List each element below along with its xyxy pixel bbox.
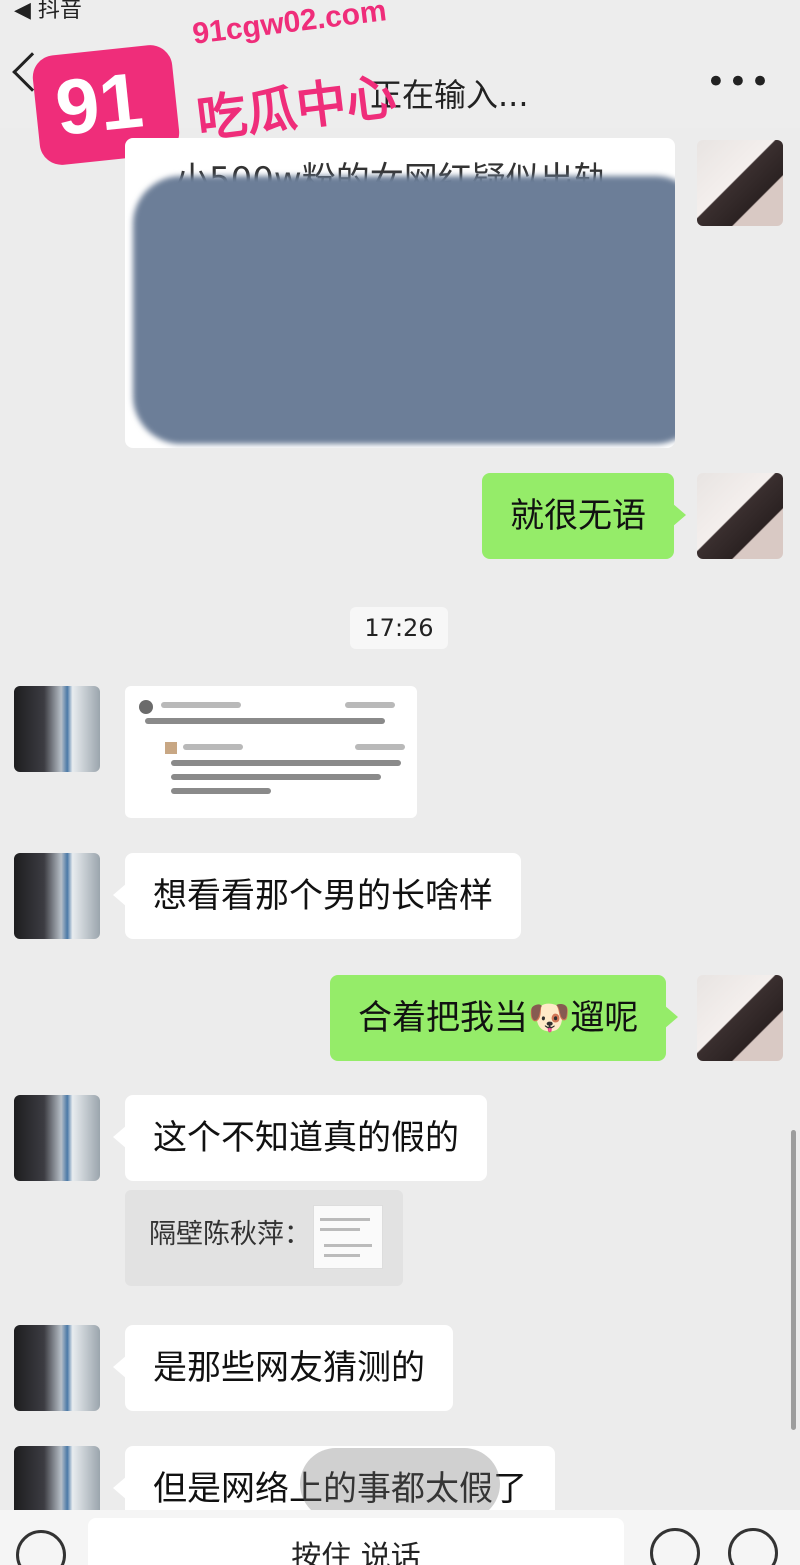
reply-avatar-icon [165,742,177,754]
message-text: 遛呢 [570,998,639,1038]
scrollbar[interactable] [791,1130,796,1430]
contact-avatar[interactable] [14,1095,100,1181]
message-bubble-sent[interactable]: 就很无语 [482,473,686,559]
contact-avatar[interactable] [14,686,100,772]
comment-avatar-icon [139,700,153,714]
press-to-talk-button[interactable]: 按住 说话 [88,1518,624,1565]
emoji-icon[interactable] [650,1528,700,1565]
my-avatar[interactable] [697,473,783,559]
dog-emoji-icon: 🐶 [528,998,571,1038]
input-bar: 按住 说话 [0,1510,800,1565]
more-options-icon[interactable]: ••• [706,62,772,102]
contact-avatar[interactable] [14,1325,100,1411]
timestamp: 17:26 [350,607,448,649]
screenshot-image-message[interactable] [125,686,417,818]
watermark-domain: 91cgw02.com [190,0,389,51]
quoted-reply-sender: 隔壁陈秋萍： [149,1219,311,1250]
message-bubble-sent[interactable]: 合着把我当🐶遛呢 [330,975,679,1061]
message-bubble-received[interactable]: 这个不知道真的假的 [113,1095,487,1181]
my-avatar[interactable] [697,975,783,1061]
quoted-image-thumbnail[interactable] [313,1205,383,1269]
privacy-blur-overlay [133,176,675,444]
voice-input-icon[interactable] [16,1530,66,1565]
plus-icon[interactable] [728,1528,778,1565]
my-avatar[interactable] [697,140,783,226]
blurred-message-bubble[interactable]: 小500w粉的女网红疑似出轨 [125,138,675,448]
message-bubble-received[interactable]: 是那些网友猜测的 [113,1325,453,1411]
quoted-reply[interactable]: 隔壁陈秋萍： [125,1190,403,1286]
message-text: 合着把我当 [358,998,528,1038]
message-bubble-received[interactable]: 想看看那个男的长啥样 [113,853,521,939]
contact-avatar[interactable] [14,853,100,939]
